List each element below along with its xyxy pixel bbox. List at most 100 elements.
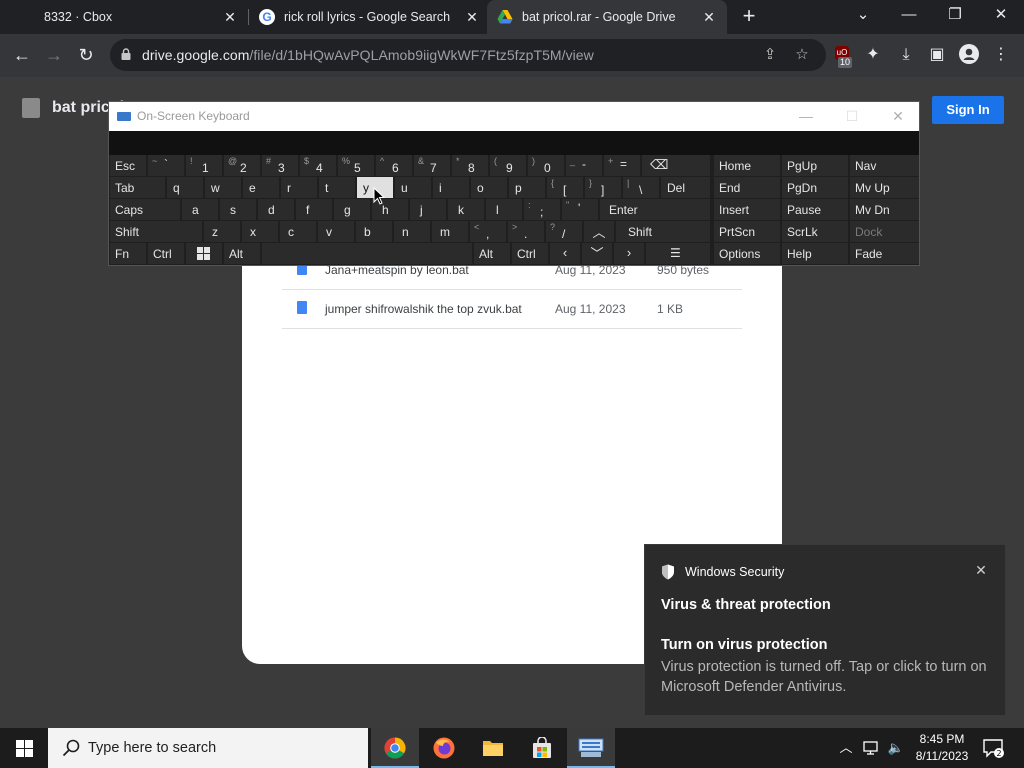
key-period[interactable]: >. — [508, 221, 544, 242]
minimize-icon[interactable]: — — [886, 0, 932, 34]
key-r[interactable]: r — [281, 177, 317, 198]
key-right-shift[interactable]: Shift — [616, 221, 710, 242]
key-v[interactable]: v — [318, 221, 354, 242]
key-esc[interactable]: Esc — [110, 155, 146, 176]
key-end[interactable]: End — [714, 177, 780, 198]
key-left-ctrl[interactable]: Ctrl — [148, 243, 184, 264]
network-icon[interactable] — [860, 738, 882, 758]
taskbar-file-explorer[interactable] — [469, 728, 517, 768]
key-help[interactable]: Help — [782, 243, 848, 264]
key-slash[interactable]: ? / — [546, 221, 582, 242]
key-pgup[interactable]: PgUp — [782, 155, 848, 176]
key-6[interactable]: ^ 6 — [376, 155, 412, 176]
taskbar-clock[interactable]: 8:45 PM 8/11/2023 — [912, 731, 972, 765]
bookmark-star-icon[interactable]: ☆ — [792, 45, 812, 65]
tab-google-search[interactable]: G rick roll lyrics - Google Search ✕ — [250, 0, 486, 34]
start-button[interactable] — [0, 728, 48, 768]
key-right-bracket[interactable]: }] — [585, 177, 621, 198]
key-w[interactable]: w — [205, 177, 241, 198]
key-8[interactable]: * 8 — [452, 155, 488, 176]
key-comma[interactable]: <, — [470, 221, 506, 242]
key-5[interactable]: % 5 — [338, 155, 374, 176]
key-dock[interactable]: Dock — [850, 221, 919, 242]
close-icon[interactable]: ✕ — [973, 562, 989, 578]
share-icon[interactable]: ⇪ — [760, 45, 780, 65]
key-s[interactable]: s — [220, 199, 256, 220]
key-tab[interactable]: Tab — [110, 177, 165, 198]
key-4[interactable]: $4 — [300, 155, 336, 176]
key-prtscn[interactable]: PrtScn — [714, 221, 780, 242]
windows-security-notification[interactable]: Windows Security ✕ Virus & threat protec… — [644, 544, 1006, 716]
forward-arrow-icon[interactable]: → — [40, 41, 68, 69]
key-3[interactable]: #3 — [262, 155, 298, 176]
key-scrlk[interactable]: ScrLk — [782, 221, 848, 242]
address-bar[interactable]: drive.google.com/file/d/1bHQwAvPQLAmob9i… — [110, 39, 826, 71]
key-options[interactable]: Options — [714, 243, 780, 264]
tab-search-chevron-icon[interactable]: ⌄ — [840, 0, 886, 34]
window-close-icon[interactable]: ✕ — [978, 0, 1024, 34]
key-tilde[interactable]: ~ ` — [148, 155, 184, 176]
taskbar-search-box[interactable]: Type here to search — [48, 728, 368, 768]
key-9[interactable]: (9 — [490, 155, 526, 176]
key-equals[interactable]: + = — [604, 155, 640, 176]
key-move-down[interactable]: Mv Dn — [850, 199, 919, 220]
key-f[interactable]: f — [296, 199, 332, 220]
key-fn[interactable]: Fn — [110, 243, 146, 264]
taskbar-firefox[interactable] — [420, 728, 468, 768]
key-space[interactable] — [262, 243, 472, 264]
key-pgdn[interactable]: PgDn — [782, 177, 848, 198]
new-tab-button[interactable]: + — [737, 5, 761, 29]
key-arrow-right[interactable]: › — [614, 243, 644, 264]
sign-in-button[interactable]: Sign In — [932, 96, 1004, 124]
key-caps[interactable]: Caps — [110, 199, 180, 220]
key-minus[interactable]: _ - — [566, 155, 602, 176]
tab-google-drive[interactable]: bat pricol.rar - Google Drive ✕ — [487, 0, 727, 34]
key-windows[interactable] — [186, 243, 222, 264]
key-a[interactable]: a — [182, 199, 218, 220]
key-m[interactable]: m — [432, 221, 468, 242]
key-p[interactable]: p — [509, 177, 545, 198]
download-icon[interactable]: ⤓ — [895, 44, 917, 66]
key-move-up[interactable]: Mv Up — [850, 177, 919, 198]
key-c[interactable]: c — [280, 221, 316, 242]
key-l[interactable]: l — [486, 199, 522, 220]
close-icon[interactable]: ✕ — [701, 9, 717, 25]
key-quote[interactable]: " ' — [562, 199, 598, 220]
taskbar-on-screen-keyboard[interactable] — [567, 728, 615, 768]
key-semicolon[interactable]: :; — [524, 199, 560, 220]
key-arrow-left[interactable]: ‹ — [550, 243, 580, 264]
key-left-bracket[interactable]: {[ — [547, 177, 583, 198]
key-d[interactable]: d — [258, 199, 294, 220]
key-nav[interactable]: Nav — [850, 155, 919, 176]
key-right-alt[interactable]: Alt — [474, 243, 510, 264]
key-0[interactable]: ) 0 — [528, 155, 564, 176]
key-fade[interactable]: Fade — [850, 243, 919, 264]
key-x[interactable]: x — [242, 221, 278, 242]
key-t[interactable]: t — [319, 177, 355, 198]
key-b[interactable]: b — [356, 221, 392, 242]
key-z[interactable]: z — [204, 221, 240, 242]
notification-center-icon[interactable]: 2 — [982, 737, 1004, 759]
show-hidden-icons-chevron-icon[interactable]: ︿ — [836, 738, 856, 758]
key-2[interactable]: @2 — [224, 155, 260, 176]
taskbar-chrome[interactable] — [371, 728, 419, 768]
more-menu-icon[interactable]: ⋮ — [990, 44, 1012, 66]
key-i[interactable]: i — [433, 177, 469, 198]
key-arrow-up[interactable]: ︿ — [584, 221, 614, 242]
key-left-alt[interactable]: Alt — [224, 243, 260, 264]
key-k[interactable]: k — [448, 199, 484, 220]
key-u[interactable]: u — [395, 177, 431, 198]
volume-icon[interactable]: 🔈 — [885, 738, 907, 758]
close-icon[interactable]: ✕ — [464, 9, 480, 25]
key-n[interactable]: n — [394, 221, 430, 242]
key-q[interactable]: q — [167, 177, 203, 198]
key-del[interactable]: Del — [661, 177, 710, 198]
key-o[interactable]: o — [471, 177, 507, 198]
reload-icon[interactable]: ↻ — [72, 41, 100, 69]
key-right-ctrl[interactable]: Ctrl — [512, 243, 548, 264]
osk-maximize-icon[interactable]: ☐ — [837, 106, 867, 126]
profile-avatar-icon[interactable] — [958, 44, 980, 66]
key-home[interactable]: Home — [714, 155, 780, 176]
extensions-puzzle-icon[interactable]: ✦ — [862, 44, 884, 66]
back-arrow-icon[interactable]: ← — [8, 41, 36, 69]
